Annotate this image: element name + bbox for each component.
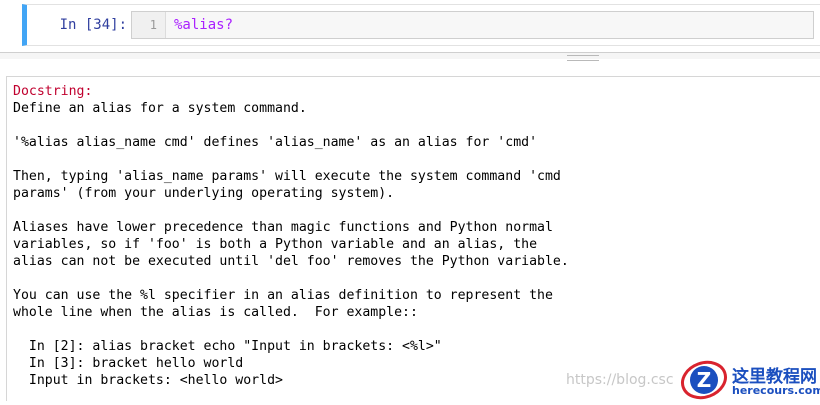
docstring-line: Then, typing 'alias_name params' will ex…	[13, 169, 561, 184]
docstring-line: alias can not be executed until 'del foo…	[13, 254, 569, 269]
docstring-line: Aliases have lower precedence than magic…	[13, 220, 553, 235]
code-line[interactable]: %alias?	[174, 12, 233, 38]
docstring-line: variables, so if 'foo' is both a Python …	[13, 237, 538, 252]
docstring-line: Input in brackets: <hello world>	[13, 373, 283, 388]
help-query-mark: ?	[224, 17, 234, 33]
magic-command: %alias	[174, 17, 225, 33]
docstring-line: '%alias alias_name cmd' defines 'alias_n…	[13, 135, 538, 150]
code-editor[interactable]: 1 %alias?	[131, 11, 814, 39]
docstring-line: whole line when the alias is called. For…	[13, 305, 418, 320]
docstring-label: Docstring:	[13, 84, 93, 99]
docstring-text: Docstring: Define an alias for a system …	[13, 83, 569, 389]
docstring-line: In [3]: bracket hello world	[13, 356, 244, 371]
docstring-body: Define an alias for a system command. '%…	[13, 101, 569, 388]
line-number-gutter: 1	[132, 12, 166, 38]
logo-emblem-icon: Z	[681, 360, 727, 400]
docstring-line: In [2]: alias bracket echo "Input in bra…	[13, 339, 442, 354]
svg-text:Z: Z	[697, 368, 712, 392]
watermark-url: https://blog.csc	[566, 372, 674, 388]
notebook-cell-area: In [34]: 1 %alias?	[0, 0, 820, 52]
prompt-number: 34	[93, 17, 111, 33]
pager-panel[interactable]: Docstring: Define an alias for a system …	[6, 76, 820, 401]
pager-divider[interactable]	[0, 52, 820, 59]
line-number: 1	[149, 18, 157, 32]
site-logo: Z 这里教程网 herecours.com	[674, 356, 820, 401]
logo-english-text: herecours.com	[732, 384, 820, 397]
pager-resize-grip-icon[interactable]	[567, 55, 599, 61]
code-cell[interactable]: In [34]: 1 %alias?	[22, 4, 820, 46]
docstring-line: Define an alias for a system command.	[13, 101, 307, 116]
prompt-prefix: In [	[59, 17, 94, 33]
docstring-line: params' (from your underlying operating …	[13, 186, 395, 201]
input-prompt: In [34]:	[27, 5, 127, 45]
prompt-suffix: ]:	[110, 17, 127, 33]
docstring-line: You can use the %l specifier in an alias…	[13, 288, 553, 303]
